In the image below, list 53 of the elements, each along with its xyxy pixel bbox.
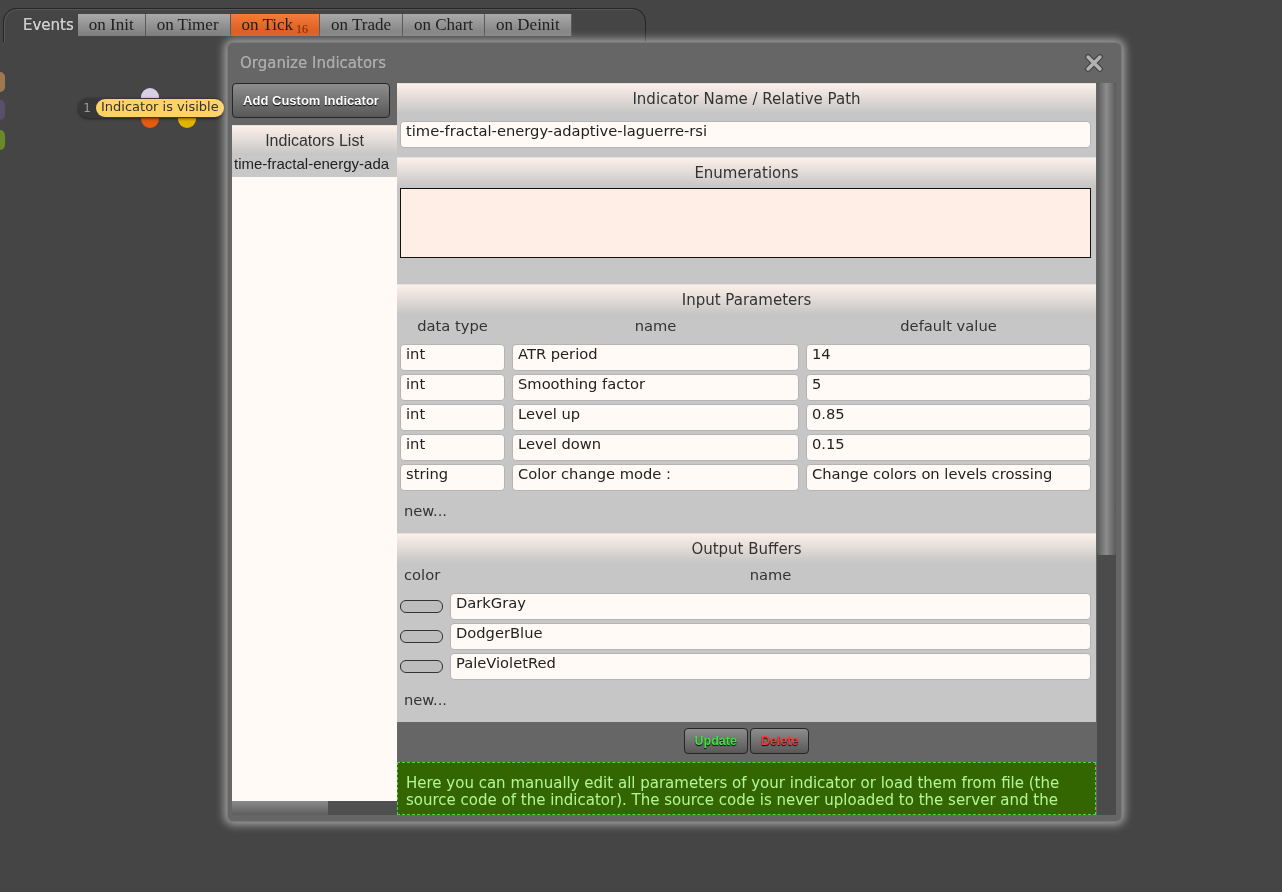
color-swatch[interactable] bbox=[400, 630, 443, 643]
color-swatch[interactable] bbox=[400, 660, 443, 673]
input-field[interactable]: ATR period bbox=[512, 344, 799, 371]
new-link[interactable]: new... bbox=[400, 691, 447, 713]
event-tab[interactable]: on Trade bbox=[320, 14, 404, 36]
tooltip: Indicator is visible bbox=[96, 99, 224, 117]
event-tab[interactable]: on Tick $_{16}$ bbox=[230, 14, 321, 36]
input-field[interactable]: Level up bbox=[512, 404, 799, 431]
scrollbar-thumb[interactable] bbox=[1097, 83, 1116, 555]
horizontal-scrollbar[interactable] bbox=[232, 801, 397, 815]
column-header: name bbox=[633, 317, 678, 336]
input-field[interactable]: 0.85 bbox=[806, 404, 1091, 431]
section-title: Enumerations bbox=[694, 163, 799, 182]
input-field[interactable]: int bbox=[400, 344, 505, 371]
column-header: default value bbox=[899, 317, 998, 336]
column-header: data type bbox=[416, 317, 489, 336]
new-link[interactable]: new... bbox=[400, 502, 447, 524]
section-title: Indicator Name / Relative Path bbox=[632, 89, 861, 108]
input-field[interactable]: int bbox=[400, 404, 505, 431]
input-field[interactable]: time-fractal-energy-adaptive-laguerre-rsi bbox=[400, 121, 1091, 148]
column-header: name bbox=[748, 566, 793, 585]
section-title: Output Buffers bbox=[691, 539, 802, 558]
event-tab[interactable]: on Timer bbox=[145, 14, 231, 36]
input-field[interactable]: DarkGray bbox=[450, 593, 1091, 620]
input-field[interactable]: int bbox=[400, 434, 505, 461]
event-tab[interactable]: on Deinit bbox=[485, 14, 572, 36]
list-item[interactable]: time-fractal-energy-ada bbox=[232, 155, 397, 177]
info-text: Here you can manually edit all parameters of your indicator or load them from file (the source code of the indicator). The source code is never uploaded to the server and the bbox=[397, 762, 1096, 815]
input-field[interactable]: Level down bbox=[512, 434, 799, 461]
input-field[interactable]: Smoothing factor bbox=[512, 374, 799, 401]
event-tab[interactable]: on Init bbox=[77, 14, 146, 36]
vertical-scrollbar[interactable] bbox=[1097, 83, 1116, 815]
color-swatch[interactable] bbox=[400, 600, 443, 613]
close-icon[interactable] bbox=[1084, 53, 1104, 73]
column-header: color bbox=[403, 566, 442, 585]
events-label: Events bbox=[23, 15, 74, 36]
input-field[interactable]: 5 bbox=[806, 374, 1091, 401]
list-title: Indicators List bbox=[265, 131, 364, 150]
input-field[interactable]: 14 bbox=[806, 344, 1091, 371]
input-field[interactable]: string bbox=[400, 464, 505, 491]
input-field[interactable]: Change colors on levels crossing bbox=[806, 464, 1091, 491]
input-field[interactable]: DodgerBlue bbox=[450, 623, 1091, 650]
node-index: 1 bbox=[82, 101, 92, 115]
input-field[interactable]: PaleVioletRed bbox=[450, 653, 1091, 680]
input-field[interactable]: int bbox=[400, 374, 505, 401]
section-title: Input Parameters bbox=[681, 290, 812, 309]
input-field[interactable]: Color change mode : bbox=[512, 464, 799, 491]
event-tab[interactable]: on Chart bbox=[403, 14, 486, 36]
textarea-field[interactable] bbox=[400, 188, 1091, 258]
dialog-title: Organize Indicators bbox=[240, 54, 387, 72]
input-field[interactable]: 0.15 bbox=[806, 434, 1091, 461]
scrollbar-thumb[interactable] bbox=[232, 801, 328, 815]
add-custom-indicator-button[interactable]: Add Custom Indicator bbox=[232, 83, 390, 118]
